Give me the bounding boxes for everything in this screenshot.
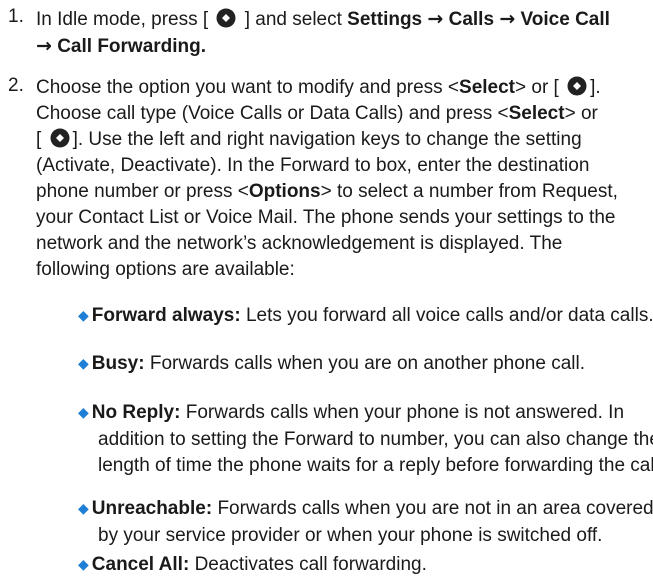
options-softkey: Options xyxy=(248,181,321,202)
diamond-bullet-icon: ◆ xyxy=(78,308,89,324)
step-number: 2. xyxy=(8,75,24,96)
step-number: 1. xyxy=(8,6,24,27)
select-softkey: Select xyxy=(508,103,565,124)
step-2-text: Choose the option you want to modify and… xyxy=(36,76,618,280)
arrow-right-icon: → xyxy=(36,35,52,57)
step-1-text: In Idle mode, press [ ] and select Setti… xyxy=(36,6,647,60)
menu-voice-call: Voice Call xyxy=(520,9,610,30)
diamond-bullet-icon: ◆ xyxy=(78,557,89,573)
menu-settings: Settings xyxy=(347,9,423,30)
manual-page: 1. In Idle mode, press [ ] and select Se… xyxy=(0,0,653,580)
bullet-busy: ◆ Busy: Forwards calls when you are on an… xyxy=(78,353,585,374)
navigation-key-icon xyxy=(216,8,236,28)
step-1-line-1: In Idle mode, press [ ] and select Setti… xyxy=(36,8,610,30)
diamond-bullet-icon: ◆ xyxy=(78,356,89,372)
diamond-bullet-icon: ◆ xyxy=(78,501,89,517)
arrow-right-icon: → xyxy=(499,8,516,30)
step-1-line-2: → Call Forwarding. xyxy=(36,33,647,60)
navigation-key-icon xyxy=(567,76,587,96)
navigation-key-icon xyxy=(50,128,70,148)
diamond-bullet-icon: ◆ xyxy=(78,405,89,421)
bullet-no-reply: ◆ No Reply: Forwards calls when your phon… xyxy=(78,402,653,476)
arrow-right-icon: → xyxy=(427,8,444,30)
bullet-forward-always: ◆ Forward always: Lets you forward all vo… xyxy=(78,305,653,326)
bullet-unreachable: ◆ Unreachable: Forwards calls when you ar… xyxy=(78,498,653,546)
menu-calls: Calls xyxy=(448,9,495,30)
bullet-cancel-all: ◆ Cancel All: Deactivates call forwarding… xyxy=(78,554,427,575)
select-softkey: Select xyxy=(459,77,515,98)
menu-call-forwarding: Call Forwarding. xyxy=(57,36,207,57)
